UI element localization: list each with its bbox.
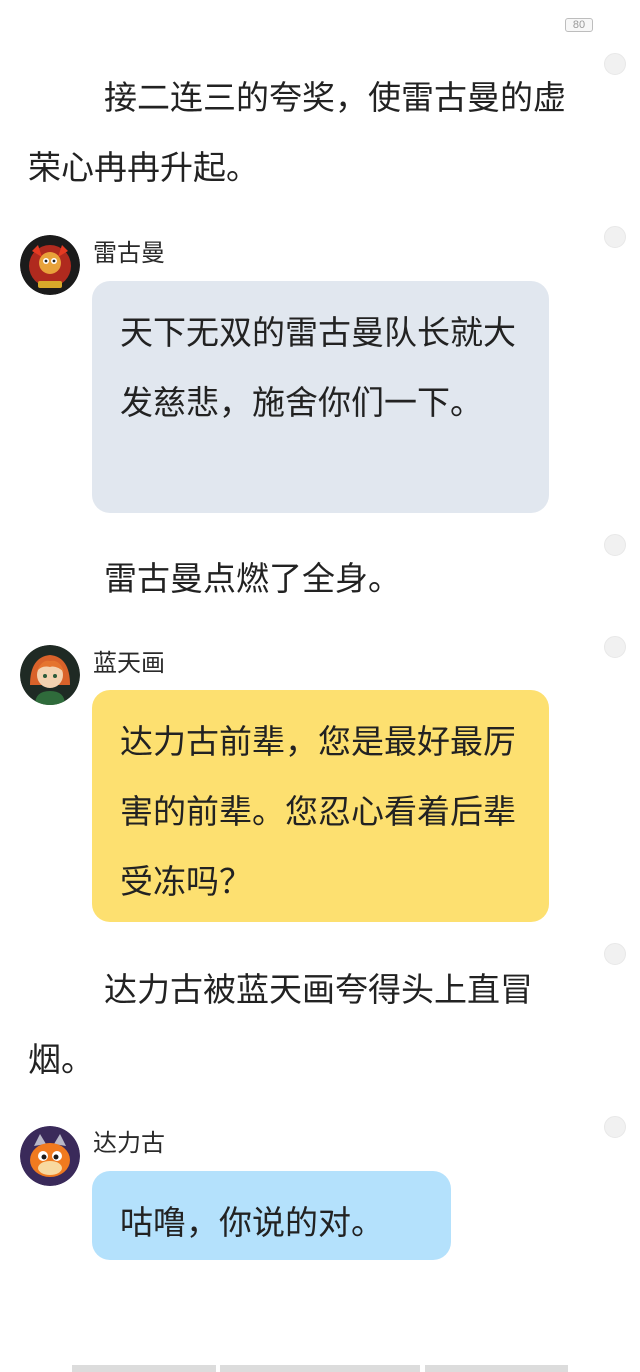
avatar[interactable] <box>20 1126 80 1186</box>
bubble-text: 咕噜，你说的对。 <box>120 1203 384 1242</box>
side-marker[interactable] <box>604 226 626 248</box>
chat-bubble: 达力古前辈，您是最好最厉害的前辈。您忍心看着后辈受冻吗？ <box>92 690 549 922</box>
red-dragon-avatar-icon <box>20 235 80 295</box>
side-marker[interactable] <box>604 943 626 965</box>
narration-text: 接二连三的夸奖，使雷古曼的虚荣心冉冉升起。 <box>28 78 566 187</box>
battery-badge: 80 <box>565 18 593 32</box>
sender-name: 达力古 <box>93 1129 165 1157</box>
orange-dragon-avatar-icon <box>20 1126 80 1186</box>
bottom-bar-segment[interactable] <box>220 1365 420 1372</box>
avatar[interactable] <box>20 235 80 295</box>
narration-paragraph: 接二连三的夸奖，使雷古曼的虚荣心冉冉升起。 <box>28 63 588 203</box>
bubble-text: 天下无双的雷古曼队长就大发慈悲，施舍你们一下。 <box>120 313 516 422</box>
avatar[interactable] <box>20 645 80 705</box>
bubble-text: 达力古前辈，您是最好最厉害的前辈。您忍心看着后辈受冻吗？ <box>120 722 516 901</box>
bottom-bar-segment[interactable] <box>425 1365 568 1372</box>
side-marker[interactable] <box>604 1116 626 1138</box>
narration-text: 雷古曼点燃了全身。 <box>104 559 401 598</box>
girl-avatar-icon <box>20 645 80 705</box>
sender-name: 蓝天画 <box>93 649 165 677</box>
sender-name: 雷古曼 <box>93 239 165 267</box>
side-marker[interactable] <box>604 534 626 556</box>
narration-text: 达力古被蓝天画夸得头上直冒烟。 <box>28 970 533 1079</box>
side-marker[interactable] <box>604 636 626 658</box>
narration-paragraph: 雷古曼点燃了全身。 <box>28 544 588 614</box>
side-marker[interactable] <box>604 53 626 75</box>
bottom-bar-segment[interactable] <box>72 1365 216 1372</box>
narration-paragraph: 达力古被蓝天画夸得头上直冒烟。 <box>28 955 588 1095</box>
chat-bubble: 天下无双的雷古曼队长就大发慈悲，施舍你们一下。 <box>92 281 549 513</box>
chat-bubble: 咕噜，你说的对。 <box>92 1171 451 1260</box>
